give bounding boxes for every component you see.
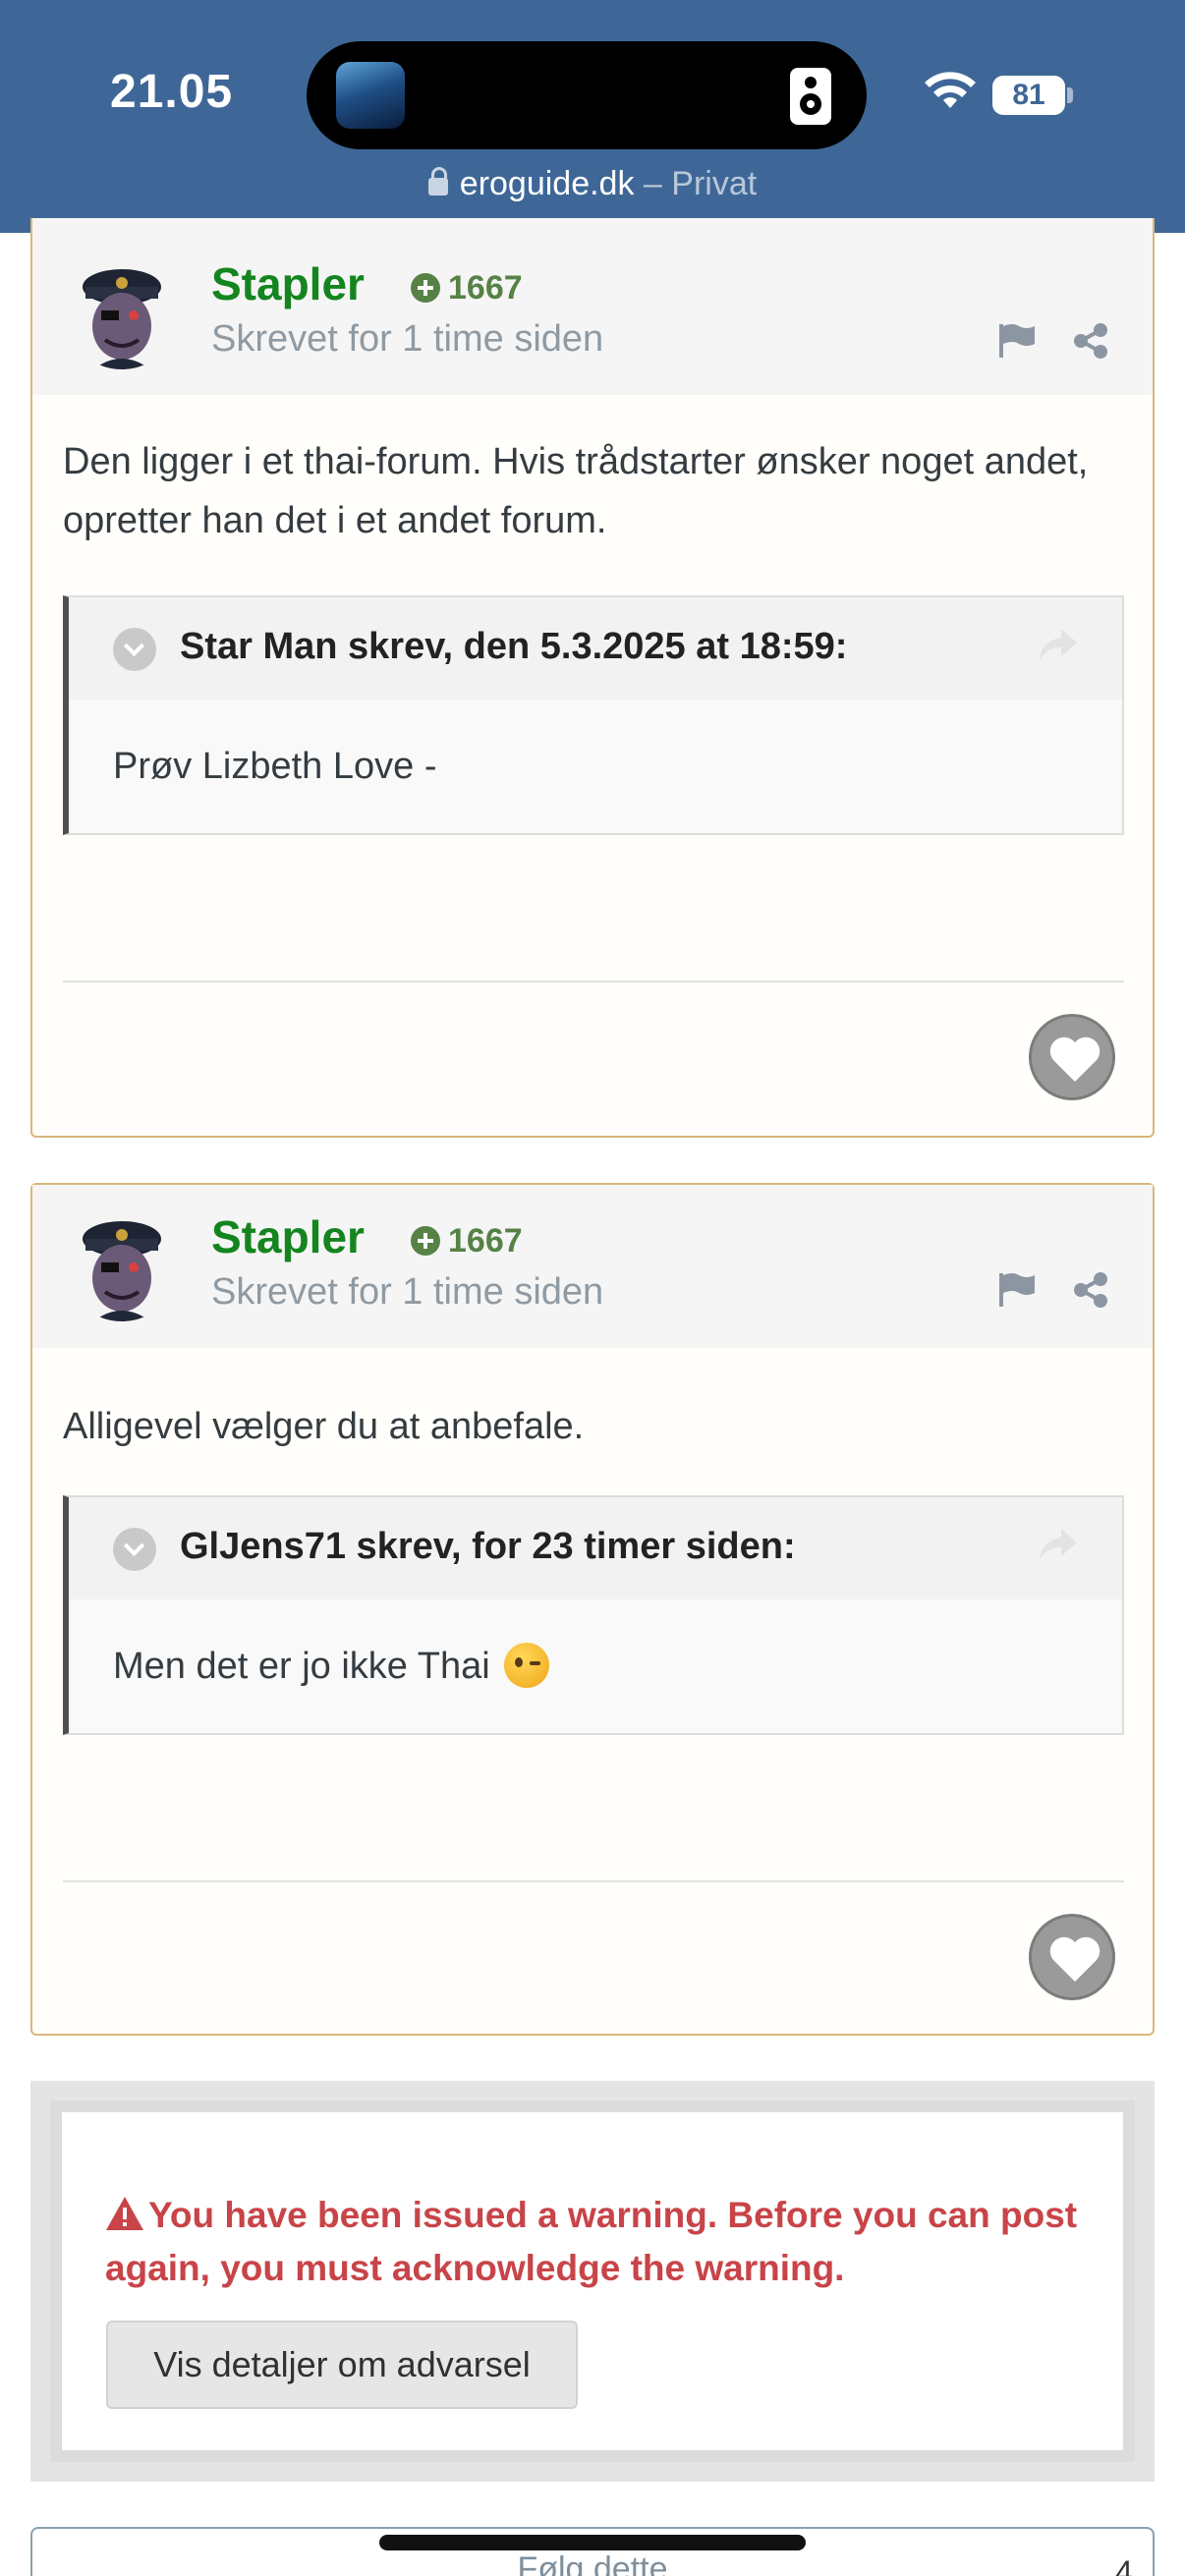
post-author[interactable]: Stapler — [211, 1210, 365, 1263]
winking-face-emoji-icon — [504, 1643, 550, 1688]
post-content: Alligevel vælger du at anbefale. — [63, 1406, 585, 1447]
flag-icon[interactable] — [997, 1271, 1037, 1307]
wifi-icon — [925, 72, 976, 108]
flag-icon[interactable] — [997, 322, 1037, 358]
quote-block: Star Man skrev, den 5.3.2025 at 18:59: P… — [63, 595, 1124, 835]
post-divider — [63, 980, 1124, 982]
forum-post: Stapler 1667 Skrevet for 1 time siden De… — [30, 218, 1155, 1138]
post-divider — [63, 1880, 1124, 1882]
reputation-badge: 1667 — [411, 269, 523, 308]
post-author[interactable]: Stapler — [211, 257, 365, 310]
warning-panel: You have been issued a warning. Before y… — [30, 2081, 1155, 2482]
like-button[interactable] — [1029, 1914, 1115, 2000]
avatar[interactable] — [64, 253, 180, 369]
quote-content: Prøv Lizbeth Love - — [113, 746, 437, 787]
url-bar[interactable]: eroguide.dk – Privat — [0, 165, 1185, 203]
reputation-count: 1667 — [448, 1222, 523, 1260]
share-icon[interactable] — [1072, 322, 1109, 360]
reputation-badge: 1667 — [411, 1222, 523, 1260]
warning-box: You have been issued a warning. Before y… — [62, 2112, 1123, 2450]
quote-collapse-icon[interactable] — [113, 1528, 156, 1571]
quote-jump-icon[interactable] — [1038, 1527, 1079, 1562]
quote-attribution: GlJens71 skrev, for 23 timer siden: — [180, 1526, 796, 1567]
warning-frame: You have been issued a warning. Before y… — [50, 2100, 1135, 2462]
quote-header: Star Man skrev, den 5.3.2025 at 18:59: — [69, 597, 1122, 700]
forum-post: Stapler 1667 Skrevet for 1 time siden Al… — [30, 1183, 1155, 2036]
avatar-image — [64, 253, 180, 369]
post-header: Stapler 1667 Skrevet for 1 time siden — [32, 1185, 1153, 1348]
quote-header: GlJens71 skrev, for 23 timer siden: — [69, 1497, 1122, 1599]
status-bar: 21.05 81 eroguide.dk – Privat — [0, 0, 1185, 233]
battery-tip — [1067, 87, 1073, 103]
post-timestamp[interactable]: Skrevet for 1 time siden — [211, 318, 603, 361]
home-indicator[interactable] — [379, 2535, 806, 2550]
quote-block: GlJens71 skrev, for 23 timer siden: Men … — [63, 1495, 1124, 1735]
warning-message: You have been issued a warning. Before y… — [105, 2189, 1098, 2295]
share-icon[interactable] — [1072, 1271, 1109, 1309]
heart-icon — [1049, 1936, 1100, 1982]
url-separator: – — [643, 165, 662, 202]
quote-content: Men det er jo ikke Thai — [69, 1599, 1122, 1733]
url-mode: Privat — [671, 165, 758, 202]
reputation-count: 1667 — [448, 269, 523, 307]
post-header: Stapler 1667 Skrevet for 1 time siden — [32, 218, 1153, 395]
avatar-image — [64, 1205, 180, 1321]
now-playing-artwork — [336, 62, 405, 129]
follow-label: Følg dette — [517, 2550, 668, 2576]
speaker-icon — [790, 68, 831, 125]
reputation-plus-icon — [411, 1226, 440, 1256]
url-domain: eroguide.dk — [459, 165, 635, 202]
post-content: Den ligger i et thai-forum. Hvis trådsta… — [63, 441, 1089, 541]
quote-text: Men det er jo ikke Thai — [113, 1646, 490, 1687]
quote-collapse-icon[interactable] — [113, 628, 156, 671]
warning-triangle-icon — [106, 2197, 143, 2230]
battery-indicator: 81 — [992, 76, 1065, 115]
heart-icon — [1049, 1036, 1100, 1082]
warning-message-text: You have been issued a warning. Before y… — [105, 2195, 1078, 2288]
quote-jump-icon[interactable] — [1038, 627, 1079, 662]
follow-count: 4 — [1115, 2554, 1133, 2576]
reputation-plus-icon — [411, 273, 440, 303]
dynamic-island[interactable] — [307, 41, 867, 149]
view-warning-details-button[interactable]: Vis detaljer om advarsel — [106, 2321, 578, 2409]
like-button[interactable] — [1029, 1014, 1115, 1100]
avatar[interactable] — [64, 1205, 180, 1321]
clock: 21.05 — [110, 66, 234, 118]
quote-attribution: Star Man skrev, den 5.3.2025 at 18:59: — [180, 626, 848, 667]
lock-icon — [427, 167, 448, 196]
post-timestamp[interactable]: Skrevet for 1 time siden — [211, 1271, 603, 1314]
